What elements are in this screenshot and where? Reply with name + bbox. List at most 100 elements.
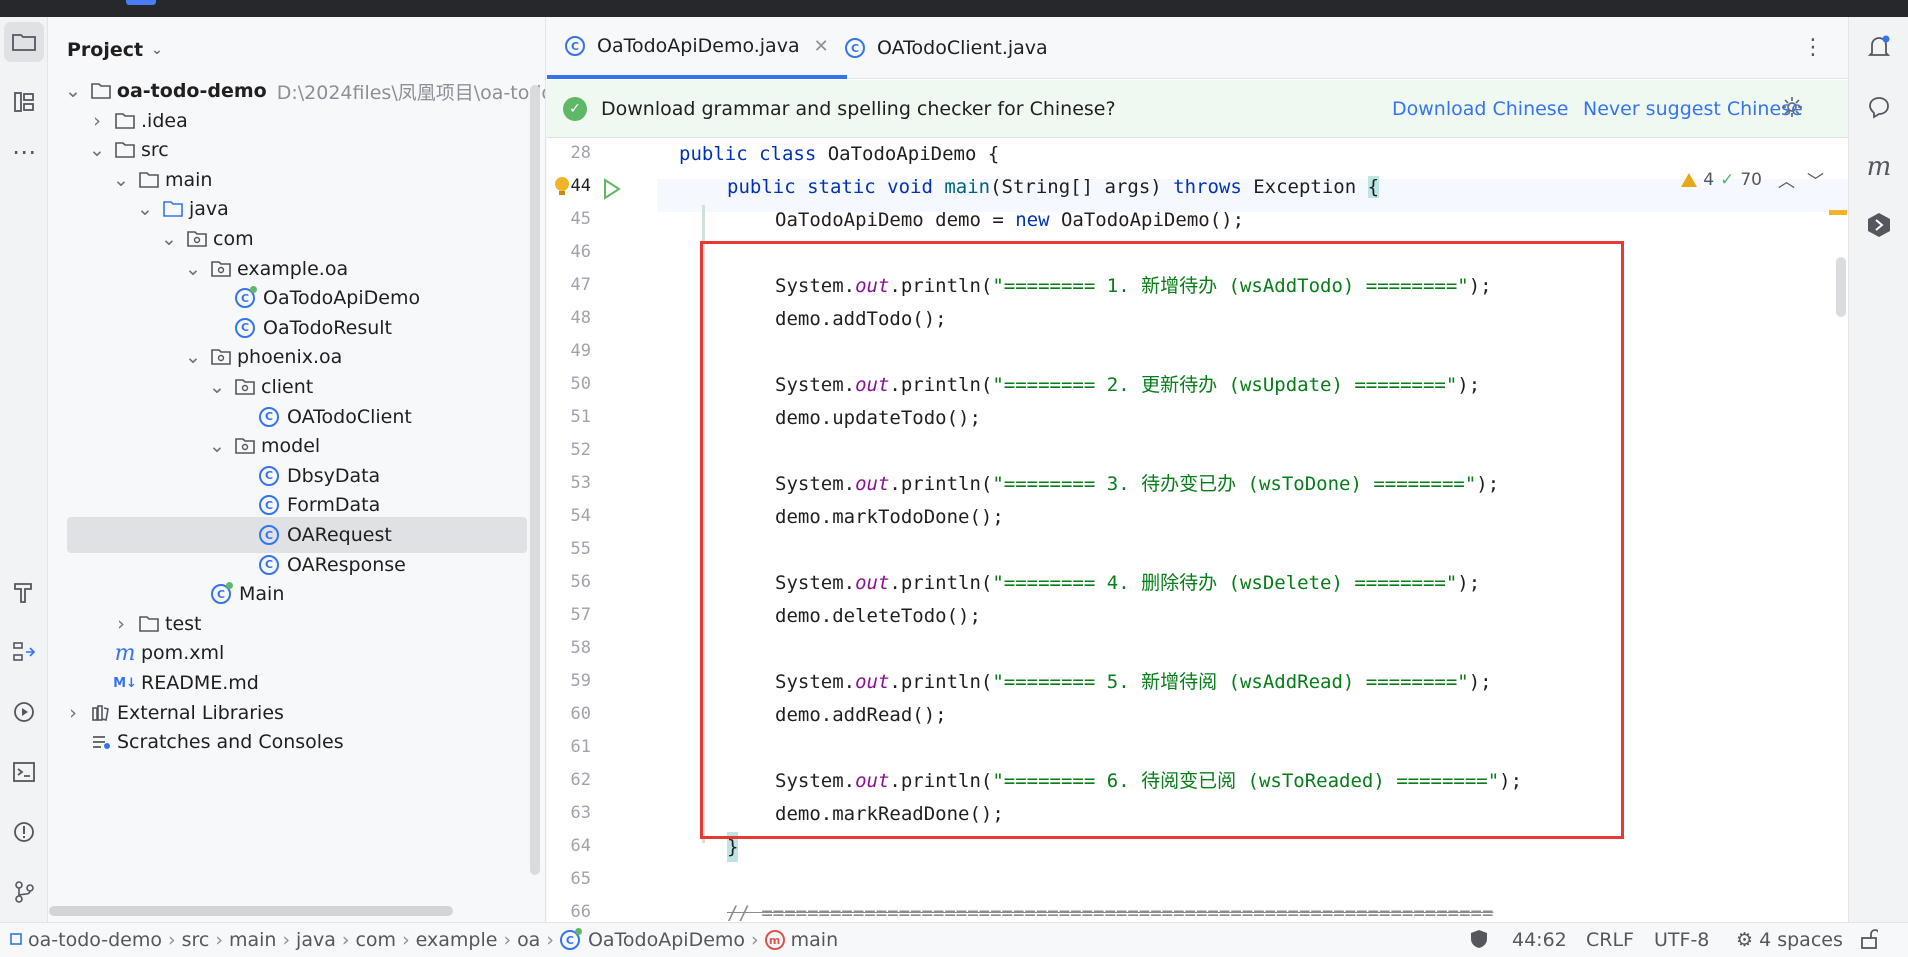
project-horizontal-scrollbar[interactable] bbox=[49, 906, 453, 916]
line-number: 57 bbox=[570, 605, 591, 625]
shield-icon[interactable] bbox=[1470, 929, 1488, 954]
line-number: 64 bbox=[570, 836, 591, 856]
chevron-down-icon[interactable]: ⌄ bbox=[209, 435, 225, 457]
indent-settings[interactable]: ⚙ 4 spaces bbox=[1736, 929, 1843, 951]
chevron-down-icon[interactable]: ⌄ bbox=[137, 198, 153, 220]
maven-icon[interactable]: m bbox=[1861, 149, 1897, 185]
run-icon[interactable] bbox=[4, 692, 44, 732]
breadcrumb-item[interactable]: src bbox=[182, 929, 210, 951]
project-folder-icon[interactable] bbox=[4, 22, 44, 62]
tree-item-label: client bbox=[261, 376, 314, 398]
caret-position[interactable]: 44:62 bbox=[1512, 929, 1567, 951]
code-line-64: } bbox=[727, 832, 739, 862]
code-line-51: demo.updateTodo(); bbox=[775, 407, 981, 429]
line-number: 45 bbox=[570, 209, 591, 229]
chevron-down-icon[interactable]: ⌄ bbox=[185, 346, 201, 368]
line-number: 50 bbox=[570, 374, 591, 394]
tab-oatodoapidemo[interactable]: C OaTodoApiDemo.java ✕ bbox=[547, 17, 847, 79]
tree-item[interactable]: Scratches and Consoles bbox=[49, 724, 529, 760]
chevron-right-icon[interactable]: › bbox=[65, 702, 81, 724]
tree-item-label: example.oa bbox=[237, 257, 349, 280]
breadcrumb-item[interactable]: oa bbox=[517, 929, 540, 951]
line-number: 66 bbox=[570, 902, 591, 922]
chevron-down-icon[interactable]: ⌄ bbox=[185, 258, 201, 280]
class-icon: C bbox=[559, 928, 582, 950]
lightbulb-icon[interactable] bbox=[554, 176, 570, 205]
breadcrumb-item[interactable]: main bbox=[791, 929, 838, 951]
class-icon: C bbox=[259, 525, 279, 545]
breadcrumb-item[interactable]: OaTodoApiDemo bbox=[588, 929, 745, 951]
chevron-right-icon[interactable]: › bbox=[89, 110, 105, 132]
chevron-down-icon[interactable]: ⌄ bbox=[209, 376, 225, 398]
code-line-59: System.out.println("======== 5. 新增待阅 (ws… bbox=[775, 671, 1492, 693]
notifications-icon[interactable] bbox=[1861, 29, 1897, 65]
line-number: 65 bbox=[570, 869, 591, 889]
download-chinese-link[interactable]: Download Chinese bbox=[1392, 98, 1568, 120]
check-icon: ✓ bbox=[563, 96, 587, 121]
services-icon[interactable] bbox=[4, 632, 44, 672]
folder-icon bbox=[139, 170, 159, 190]
chevron-down-icon[interactable]: ⌄ bbox=[161, 228, 177, 250]
project-panel-header[interactable]: Project ⌄ bbox=[67, 39, 163, 61]
structure-icon[interactable] bbox=[4, 82, 44, 122]
window-title-strip bbox=[0, 0, 1908, 17]
line-number: 60 bbox=[570, 704, 591, 724]
chevron-right-icon: › bbox=[215, 929, 223, 951]
line-number: 63 bbox=[570, 803, 591, 823]
module-icon bbox=[10, 929, 22, 951]
module-path: D:\2024files\凤凰项目\oa-todo-d bbox=[276, 81, 546, 104]
breadcrumb-item[interactable]: com bbox=[355, 929, 396, 951]
class-icon: C bbox=[845, 38, 865, 58]
tab-label: OATodoClient.java bbox=[877, 37, 1048, 59]
chevron-down-icon[interactable]: ⌄ bbox=[65, 80, 81, 102]
breadcrumb-item[interactable]: java bbox=[296, 929, 336, 951]
line-separator[interactable]: CRLF bbox=[1586, 929, 1634, 951]
tree-item-label: OATodoClient bbox=[287, 405, 412, 428]
chevron-down-icon: ⌄ bbox=[151, 42, 163, 58]
tab-oatodoclient[interactable]: C OATodoClient.java bbox=[827, 17, 1066, 79]
editor-area: C OaTodoApiDemo.java ✕ C OATodoClient.ja… bbox=[547, 17, 1848, 924]
warning-stripe-marker[interactable] bbox=[1829, 210, 1847, 215]
build-hammer-icon[interactable] bbox=[4, 572, 44, 612]
ai-assistant-icon[interactable] bbox=[1861, 89, 1897, 125]
chevron-right-icon[interactable]: › bbox=[113, 613, 129, 635]
class-icon: C bbox=[259, 465, 279, 486]
breadcrumb-item[interactable]: main bbox=[229, 929, 276, 951]
run-gutter-icon[interactable] bbox=[602, 178, 622, 205]
breadcrumb-item[interactable]: oa-todo-demo bbox=[28, 929, 162, 951]
chevron-right-icon: › bbox=[167, 929, 176, 951]
code-content[interactable]: public class OaTodoApiDemo { public stat… bbox=[657, 139, 1837, 924]
tree-item-label: com bbox=[213, 228, 254, 250]
file-encoding[interactable]: UTF-8 bbox=[1654, 929, 1709, 951]
lock-icon[interactable] bbox=[1860, 929, 1880, 954]
maven-icon: m bbox=[114, 640, 136, 666]
terminal-icon[interactable] bbox=[4, 752, 44, 792]
breadcrumb-item[interactable]: example bbox=[416, 929, 498, 951]
more-actions-icon[interactable]: ⋮ bbox=[1802, 35, 1824, 60]
problems-icon[interactable] bbox=[4, 812, 44, 852]
git-branch-icon[interactable] bbox=[4, 872, 44, 912]
line-number: 46 bbox=[570, 242, 591, 262]
editor-vertical-scrollbar[interactable] bbox=[1836, 257, 1846, 317]
package-icon bbox=[235, 377, 255, 397]
editor-tabs: C OaTodoApiDemo.java ✕ C OATodoClient.ja… bbox=[547, 17, 1848, 79]
chevron-down-icon[interactable]: ⌄ bbox=[89, 139, 105, 161]
code-line-56: System.out.println("======== 4. 删除待办 (ws… bbox=[775, 572, 1481, 594]
plugin-icon[interactable] bbox=[1861, 207, 1897, 243]
more-tools-icon[interactable]: ⋯ bbox=[4, 132, 44, 172]
scratches-icon bbox=[91, 732, 111, 752]
code-line-62: System.out.println("======== 6. 待阅变已阅 (w… bbox=[775, 770, 1523, 792]
tree-item-label: External Libraries bbox=[117, 701, 284, 724]
project-vertical-scrollbar[interactable] bbox=[530, 85, 540, 875]
gear-icon[interactable] bbox=[1781, 96, 1803, 123]
package-icon bbox=[211, 347, 231, 367]
line-number: 28 bbox=[570, 143, 591, 163]
chevron-down-icon[interactable]: ⌄ bbox=[113, 169, 129, 191]
tree-item-label: main bbox=[165, 168, 213, 191]
never-suggest-link[interactable]: Never suggest Chinese bbox=[1583, 98, 1803, 120]
